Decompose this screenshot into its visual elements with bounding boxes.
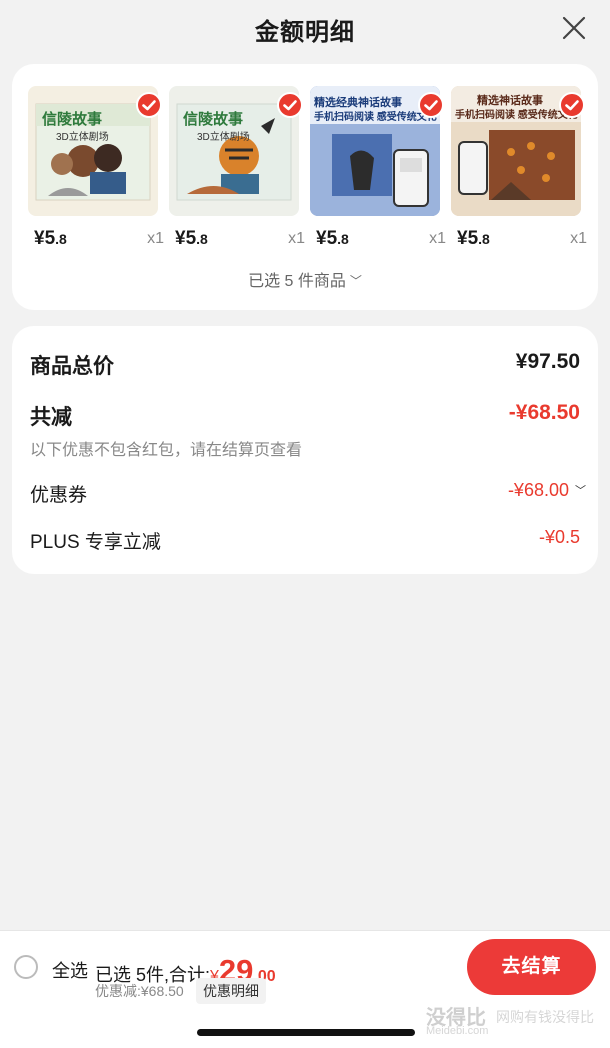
product-item[interactable]: 精选神话故事 手机扫码阅读 感受传统文化 ¥5.8 x1: [451, 86, 587, 256]
select-all-label[interactable]: 全选: [52, 957, 88, 983]
checkout-button[interactable]: 去结算: [467, 939, 596, 995]
discount-summary: 优惠减:¥68.50: [95, 983, 184, 999]
close-icon[interactable]: [560, 14, 588, 42]
product-price: ¥5.8: [175, 228, 208, 249]
product-item[interactable]: 信陵故事 3D立体剧场 ¥5.8 x1: [169, 86, 305, 256]
total-reduction-label: 共减: [30, 406, 72, 429]
product-price: ¥5.8: [457, 228, 490, 249]
cover-subtitle: 3D立体剧场: [197, 132, 250, 143]
product-qty: x1: [570, 230, 587, 247]
cover-title: 信陵故事: [183, 111, 244, 128]
cover-subtitle: 3D立体剧场: [56, 132, 109, 143]
chevron-down-icon: ﹀: [575, 485, 586, 497]
product-qty: x1: [429, 230, 446, 247]
select-all-radio[interactable]: [14, 955, 38, 979]
check-icon[interactable]: [559, 92, 585, 118]
summary-card: 商品总价 ¥97.50 共减 -¥68.50 以下优惠不包含红包，请在结算页查看…: [12, 326, 598, 574]
checkout-bar: 全选 已选 5件,合计:¥29.00 优惠减:¥68.50 优惠明细 去结算 没…: [0, 930, 610, 1048]
product-price: ¥5.8: [34, 228, 67, 249]
header: 金额明细: [0, 0, 610, 56]
chevron-down-icon: ﹀: [349, 274, 362, 288]
watermark-url: Meidebi.com: [426, 1025, 489, 1037]
plus-discount-value: -¥0.5: [538, 527, 580, 547]
page-title: 金额明细: [255, 19, 355, 46]
cover-title: 信陵故事: [42, 111, 103, 128]
check-icon[interactable]: [277, 92, 303, 118]
selected-items-label: 已选 5 件商品: [248, 273, 346, 290]
check-icon[interactable]: [418, 92, 444, 118]
product-qty: x1: [288, 230, 305, 247]
discount-note: 以下优惠不包含红包，请在结算页查看: [30, 442, 303, 459]
products-card: 信陵故事 3D立体剧场 ¥5.8 x1 信陵故事 3D立体剧场 ¥5.8 x1: [12, 64, 598, 310]
home-indicator[interactable]: [197, 1029, 415, 1036]
product-item[interactable]: 信陵故事 3D立体剧场 ¥5.8 x1: [28, 86, 164, 256]
total-price-label: 商品总价: [30, 355, 114, 378]
check-icon[interactable]: [136, 92, 162, 118]
discount-detail-button[interactable]: 优惠明细: [196, 978, 266, 1004]
selected-items-toggle[interactable]: 已选 5 件商品 ﹀: [12, 267, 598, 291]
product-price: ¥5.8: [316, 228, 349, 249]
plus-discount-label: PLUS 专享立减: [30, 532, 161, 553]
coupon-label: 优惠券: [30, 485, 88, 506]
coupon-value: -¥68.00 ﹀: [507, 480, 586, 500]
watermark-slogan: 网购有钱没得比: [496, 1009, 594, 1025]
product-qty: x1: [147, 230, 164, 247]
total-price-value: ¥97.50: [515, 350, 580, 373]
total-reduction-value: -¥68.50: [508, 401, 580, 424]
product-item[interactable]: 精选经典神话故事 手机扫码阅读 感受传统文化 ¥5.8 x1: [310, 86, 446, 256]
